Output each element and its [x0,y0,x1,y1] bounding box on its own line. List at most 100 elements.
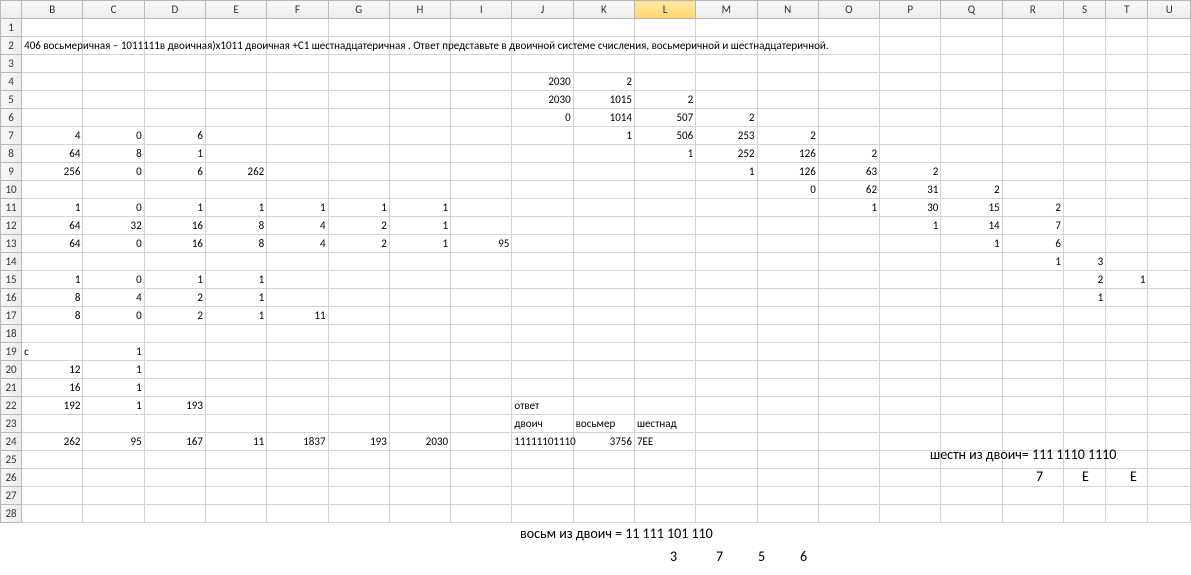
cell-P24[interactable] [880,433,941,451]
cell-I27[interactable] [451,487,512,505]
cell-L12[interactable] [634,217,695,235]
cell-P16[interactable] [880,289,941,307]
cell-K26[interactable] [573,469,634,487]
cell-P25[interactable] [880,451,941,469]
cell-I10[interactable] [451,181,512,199]
cell-R5[interactable] [1002,91,1063,109]
row-header-23[interactable]: 23 [1,415,22,433]
cell-M3[interactable] [696,55,757,73]
cell-P2[interactable] [880,37,941,55]
cell-U7[interactable] [1148,127,1191,145]
cell-E16[interactable]: 1 [205,289,266,307]
cell-L22[interactable] [634,397,695,415]
cell-G10[interactable] [328,181,389,199]
cell-L4[interactable] [634,73,695,91]
cell-N13[interactable] [757,235,818,253]
cell-N8[interactable]: 126 [757,145,818,163]
cell-C11[interactable]: 0 [83,199,144,217]
cell-M17[interactable] [696,307,757,325]
cell-R4[interactable] [1002,73,1063,91]
cell-E1[interactable] [205,19,266,37]
cell-F25[interactable] [267,451,328,469]
cell-Q21[interactable] [941,379,1002,397]
cell-L27[interactable] [634,487,695,505]
cell-E17[interactable]: 1 [205,307,266,325]
cell-G13[interactable]: 2 [328,235,389,253]
col-header-B[interactable]: B [22,1,83,19]
cell-G5[interactable] [328,91,389,109]
cell-Q1[interactable] [941,19,1002,37]
cell-R20[interactable] [1002,361,1063,379]
col-header-U[interactable]: U [1148,1,1191,19]
cell-K22[interactable] [573,397,634,415]
cell-H23[interactable] [389,415,450,433]
cell-S19[interactable] [1063,343,1105,361]
cell-B22[interactable]: 192 [22,397,83,415]
cell-I5[interactable] [451,91,512,109]
cell-Q24[interactable] [941,433,1002,451]
cell-C14[interactable] [83,253,144,271]
cell-H11[interactable]: 1 [389,199,450,217]
cell-D21[interactable] [144,379,205,397]
cell-S22[interactable] [1063,397,1105,415]
cell-F22[interactable] [267,397,328,415]
col-header-O[interactable]: O [818,1,879,19]
cell-N11[interactable] [757,199,818,217]
cell-B10[interactable] [22,181,83,199]
cell-B12[interactable]: 64 [22,217,83,235]
cell-J6[interactable]: 0 [512,109,573,127]
cell-I28[interactable] [451,505,512,523]
cell-I6[interactable] [451,109,512,127]
cell-E11[interactable]: 1 [205,199,266,217]
row-header-6[interactable]: 6 [1,109,22,127]
cell-F26[interactable] [267,469,328,487]
cell-H28[interactable] [389,505,450,523]
cell-G9[interactable] [328,163,389,181]
cell-D16[interactable]: 2 [144,289,205,307]
cell-H20[interactable] [389,361,450,379]
cell-L5[interactable]: 2 [634,91,695,109]
cell-G6[interactable] [328,109,389,127]
cell-Q10[interactable]: 2 [941,181,1002,199]
cell-D15[interactable]: 1 [144,271,205,289]
cell-S3[interactable] [1063,55,1105,73]
cell-K5[interactable]: 1015 [573,91,634,109]
cell-I26[interactable] [451,469,512,487]
cell-N3[interactable] [757,55,818,73]
cell-E8[interactable] [205,145,266,163]
cell-P13[interactable] [880,235,941,253]
cell-E7[interactable] [205,127,266,145]
cell-T11[interactable] [1106,199,1148,217]
cell-J5[interactable]: 2030 [512,91,573,109]
cell-D10[interactable] [144,181,205,199]
cell-R12[interactable]: 7 [1002,217,1063,235]
cell-G4[interactable] [328,73,389,91]
cell-F9[interactable] [267,163,328,181]
cell-O9[interactable]: 63 [818,163,879,181]
cell-I20[interactable] [451,361,512,379]
cell-R15[interactable] [1002,271,1063,289]
cell-O14[interactable] [818,253,879,271]
cell-T2[interactable] [1106,37,1148,55]
cell-S1[interactable] [1063,19,1105,37]
cell-S16[interactable]: 1 [1063,289,1105,307]
cell-R24[interactable] [1002,433,1063,451]
cell-L23[interactable]: шестнад [634,415,695,433]
cell-J11[interactable] [512,199,573,217]
cell-K7[interactable]: 1 [573,127,634,145]
cell-P28[interactable] [880,505,941,523]
cell-C5[interactable] [83,91,144,109]
row-header-9[interactable]: 9 [1,163,22,181]
cell-P4[interactable] [880,73,941,91]
row-header-21[interactable]: 21 [1,379,22,397]
cell-H9[interactable] [389,163,450,181]
cell-F10[interactable] [267,181,328,199]
cell-U24[interactable] [1148,433,1191,451]
cell-T19[interactable] [1106,343,1148,361]
cell-N12[interactable] [757,217,818,235]
cell-O15[interactable] [818,271,879,289]
cell-L8[interactable]: 1 [634,145,695,163]
cell-U25[interactable] [1148,451,1191,469]
cell-K20[interactable] [573,361,634,379]
cell-E26[interactable] [205,469,266,487]
